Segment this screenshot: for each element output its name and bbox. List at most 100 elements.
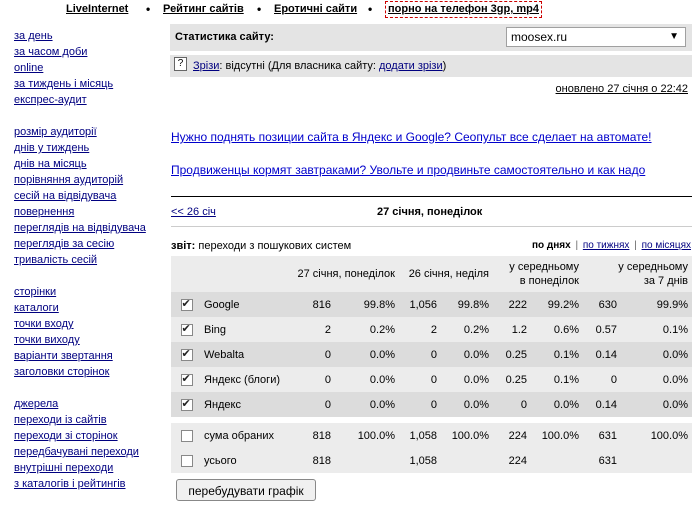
promo-link-promotion[interactable]: Продвиженцы кормят завтраками? Увольте и…: [171, 163, 645, 177]
rebuild-chart-button[interactable]: перебудувати графік: [176, 479, 316, 501]
nav-ad-link[interactable]: порно на телефон 3gp, mp4: [385, 1, 542, 18]
sidebar-link[interactable]: переходи із сайтів: [14, 412, 164, 428]
cell-percent: 0.0%: [441, 342, 493, 367]
sidebar-group-time: за день за часом доби online за тиждень і м…: [14, 28, 164, 108]
dropdown-arrow-icon: ▼: [669, 31, 679, 42]
cell-percent: 0.0%: [621, 367, 692, 392]
cell-percent: 0.1%: [531, 367, 583, 392]
sidebar-link[interactable]: сторінки: [14, 284, 164, 300]
cell-percent: [335, 448, 399, 473]
table-header-row: 27 січня, понеділок 26 січня, неділя у с…: [171, 256, 692, 292]
sidebar-link[interactable]: варіанти звертання: [14, 348, 164, 364]
divider: [171, 196, 692, 197]
col-header-avg-monday: у середньому в понеділок: [493, 256, 583, 292]
cell-value: 1,058: [399, 423, 441, 448]
sidebar-link[interactable]: за тиждень і місяць: [14, 76, 164, 92]
row-label: Bing: [198, 317, 293, 342]
col-header-current-day: 27 січня, понеділок: [293, 256, 399, 292]
table-row: сума обраних 818 100.0% 1,058 100.0% 224 100.0…: [171, 423, 692, 448]
row-checkbox[interactable]: [180, 397, 193, 411]
cell-value: 818: [293, 423, 335, 448]
cell-percent: 0.0%: [335, 392, 399, 417]
sidebar-link[interactable]: заголовки сторінок: [14, 364, 164, 380]
cell-value: 224: [493, 423, 531, 448]
row-label: Google: [198, 292, 293, 317]
stats-header: Статистика сайту: moosex.ru ▼: [170, 24, 692, 51]
cell-percent: 0.1%: [621, 317, 692, 342]
cell-percent: 99.9%: [621, 292, 692, 317]
cell-value: 0: [293, 342, 335, 367]
cell-percent: [621, 448, 692, 473]
cell-value: 1,056: [399, 292, 441, 317]
row-label: усього: [198, 448, 293, 473]
sidebar-link[interactable]: експрес-аудит: [14, 92, 164, 108]
table-row: Google81699.8%1,05699.8%22299.2%63099.9%: [171, 292, 692, 317]
cell-value: 0: [293, 392, 335, 417]
search-engines-table: 27 січня, понеділок 26 січня, неділя у с…: [171, 256, 692, 473]
cell-percent: [441, 448, 493, 473]
sidebar-link[interactable]: днів у тиждень: [14, 140, 164, 156]
report-label: звіт: переходи з пошукових систем: [171, 240, 351, 252]
sidebar-link[interactable]: передбачувані переходи: [14, 444, 164, 460]
errors-link[interactable]: Зрізи: [193, 60, 219, 72]
sidebar-link[interactable]: за часом доби: [14, 44, 164, 60]
nav-erotic-sites[interactable]: Еротичні сайти: [274, 3, 357, 15]
cell-percent: 100.0%: [441, 423, 493, 448]
sidebar-link[interactable]: з каталогів і рейтингів: [14, 476, 164, 492]
cell-percent: 100.0%: [621, 423, 692, 448]
errors-status: : відсутні (Для власника сайту:: [219, 60, 379, 72]
sidebar: за день за часом доби online за тиждень і м…: [14, 28, 164, 508]
sidebar-link[interactable]: повернення: [14, 204, 164, 220]
errors-line: Зрізи: відсутні (Для власника сайту: дод…: [193, 60, 446, 72]
sidebar-link[interactable]: розмір аудиторії: [14, 124, 164, 140]
cell-value: 0: [399, 392, 441, 417]
cell-value: 0.25: [493, 342, 531, 367]
sidebar-link[interactable]: переходи зі сторінок: [14, 428, 164, 444]
table-row: Webalta00.0%00.0%0.250.1%0.140.0%: [171, 342, 692, 367]
sidebar-link[interactable]: днів на місяць: [14, 156, 164, 172]
report-label-prefix: звіт:: [171, 240, 196, 252]
prev-day-link[interactable]: << 26 січ: [171, 206, 216, 218]
site-select[interactable]: moosex.ru ▼: [506, 27, 686, 47]
cell-value: 0: [493, 392, 531, 417]
row-checkbox[interactable]: [180, 297, 193, 311]
col-header-avg-7days: у середньому за 7 днів: [583, 256, 692, 292]
period-months[interactable]: по місяцях: [642, 240, 691, 251]
sidebar-link[interactable]: каталоги: [14, 300, 164, 316]
sidebar-group-sources: джерела переходи із сайтів переходи зі сто…: [14, 396, 164, 492]
sidebar-link[interactable]: точки входу: [14, 316, 164, 332]
sidebar-link[interactable]: переглядів на відвідувача: [14, 220, 164, 236]
row-checkbox[interactable]: [180, 322, 193, 336]
row-label: Яндекс (блоги): [198, 367, 293, 392]
sidebar-link[interactable]: внутрішні переходи: [14, 460, 164, 476]
sidebar-link[interactable]: переглядів за сесію: [14, 236, 164, 252]
nav-site-rating[interactable]: Рейтинг сайтів: [163, 3, 244, 15]
errors-close: ): [442, 60, 447, 72]
updated-timestamp[interactable]: оновлено 27 січня о 22:42: [556, 83, 688, 95]
row-checkbox[interactable]: [180, 454, 193, 467]
row-checkbox[interactable]: [180, 372, 193, 386]
sidebar-link[interactable]: online: [14, 60, 164, 76]
cell-percent: [531, 448, 583, 473]
col-header-prev-day: 26 січня, неділя: [399, 256, 493, 292]
period-weeks[interactable]: по тижнях: [583, 240, 630, 251]
sidebar-link[interactable]: сесій на відвідувача: [14, 188, 164, 204]
cell-value: 0.14: [583, 392, 621, 417]
promo-link-seopult[interactable]: Нужно поднять позиции сайта в Яндекс и G…: [171, 130, 652, 144]
table-row: Яндекс (блоги)00.0%00.0%0.250.1%00.0%: [171, 367, 692, 392]
cell-value: 0: [583, 367, 621, 392]
sidebar-link[interactable]: за день: [14, 28, 164, 44]
cell-value: 2: [399, 317, 441, 342]
sidebar-link[interactable]: порівняння аудиторій: [14, 172, 164, 188]
cell-value: 222: [493, 292, 531, 317]
add-errors-link[interactable]: додати зрізи: [379, 60, 443, 72]
sidebar-link[interactable]: джерела: [14, 396, 164, 412]
cell-percent: 0.2%: [335, 317, 399, 342]
nav-liveinternet[interactable]: LiveInternet: [66, 3, 128, 15]
help-icon[interactable]: ?: [174, 57, 187, 71]
sidebar-link[interactable]: тривалість сесій: [14, 252, 164, 268]
report-name: переходи з пошукових систем: [195, 240, 352, 252]
sidebar-link[interactable]: точки виходу: [14, 332, 164, 348]
row-checkbox[interactable]: [180, 429, 193, 442]
row-checkbox[interactable]: [180, 347, 193, 361]
